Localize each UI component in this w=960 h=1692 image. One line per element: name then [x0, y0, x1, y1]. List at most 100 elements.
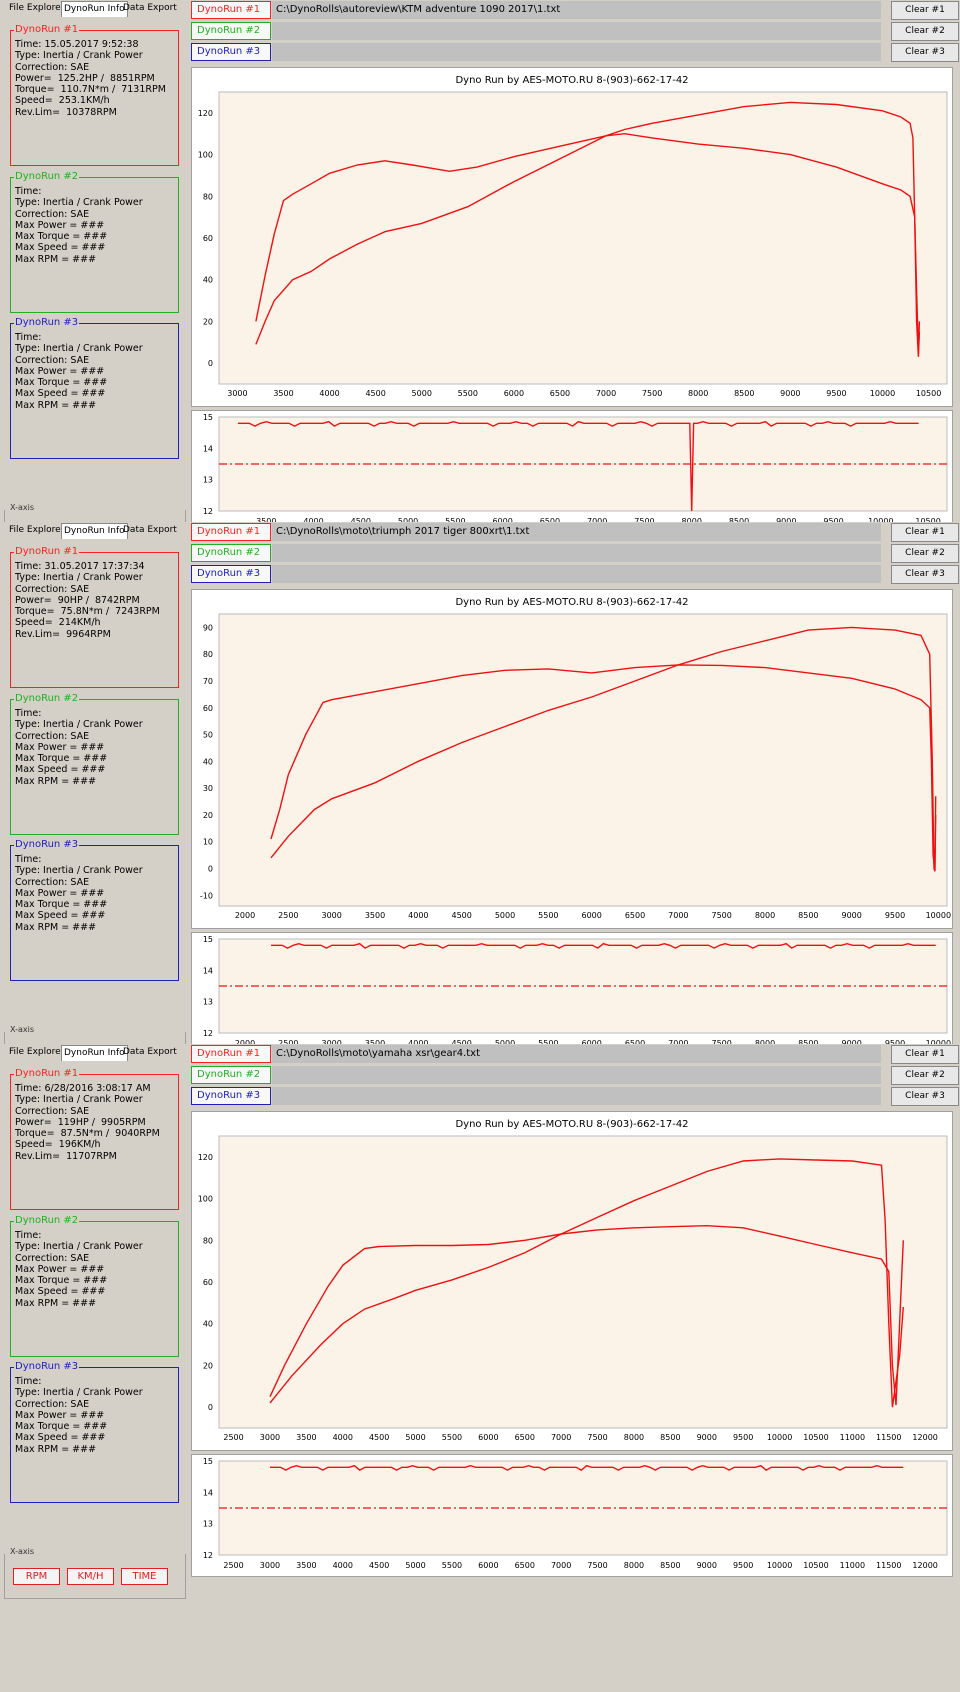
clear-run-3-button[interactable]: Clear #3	[891, 565, 959, 584]
info-line: Max RPM = ###	[15, 921, 97, 933]
run-info-lines: Time: 31.05.2017 17:37:34 Type: Inertia /…	[15, 561, 160, 640]
afr-x-tick-label: 3000	[260, 1561, 280, 1570]
run-label-2[interactable]: DynoRun #2	[191, 1066, 271, 1084]
info-line: Time:	[15, 1376, 42, 1387]
info-line: Type: Inertia / Crank Power	[15, 1241, 143, 1253]
info-line: Type: Inertia / Crank Power	[15, 50, 143, 62]
x-axis-rpm-button[interactable]: RPM	[13, 1568, 60, 1585]
info-line: Torque= 75.8N*m / 7243RPM	[15, 606, 160, 618]
info-line: Time: 31.05.2017 17:37:34	[15, 561, 145, 572]
file-path-2[interactable]	[272, 1066, 881, 1084]
run-label-2[interactable]: DynoRun #2	[191, 22, 271, 40]
file-path-2[interactable]	[272, 22, 881, 40]
clear-run-1-button[interactable]: Clear #1	[891, 523, 959, 542]
info-line: Correction: SAE	[15, 1105, 90, 1117]
y-tick-label: 40	[203, 757, 213, 766]
run-label-3[interactable]: DynoRun #3	[191, 565, 271, 583]
clear-run-2-button[interactable]: Clear #2	[891, 22, 959, 41]
file-path-1[interactable]: C:\DynoRolls\moto\triumph 2017 tiger 800…	[272, 523, 881, 541]
x-tick-label: 3000	[260, 1433, 280, 1442]
y-tick-label: 100	[198, 151, 213, 160]
info-line: Type: Inertia / Crank Power	[15, 719, 143, 731]
run-info-box-3: DynoRun #3 Time: Type: Inertia / Crank Pow…	[10, 317, 179, 459]
run-info-box-1: DynoRun #1 Time: 31.05.2017 17:37:34 Type:…	[10, 546, 179, 688]
run-label-2[interactable]: DynoRun #2	[191, 544, 271, 562]
info-line: Max RPM = ###	[15, 1297, 97, 1309]
file-path-2[interactable]	[272, 544, 881, 562]
y-tick-label: 90	[203, 623, 213, 632]
chart-svg: -10 0 10 20 30 40 50 60 70 80 90 2000 2500 3000 3500 40…	[200, 613, 951, 920]
file-path-1[interactable]: C:\DynoRolls\moto\yamaha xsr\gear4.txt	[272, 1045, 881, 1063]
clear-run-2-button[interactable]: Clear #2	[891, 544, 959, 563]
tab-data-export[interactable]: Data Export	[121, 523, 179, 538]
afr-y-tick-label: 12	[203, 1551, 213, 1560]
x-tick-label: 3000	[227, 389, 247, 398]
afr-y-tick-label: 15	[203, 935, 213, 944]
y-tick-label: 80	[203, 192, 213, 201]
plot-area	[218, 613, 948, 907]
run-info-lines: Time: Type: Inertia / Crank Power Correcti…	[15, 854, 143, 933]
x-tick-label: 6500	[550, 389, 570, 398]
run-row-1: DynoRun #1 C:\DynoRolls\moto\yamaha xsr\g…	[191, 1045, 956, 1063]
x-tick-label: 8000	[755, 911, 775, 920]
run-label-1[interactable]: DynoRun #1	[191, 1, 271, 19]
afr-y-tick-label: 12	[203, 1029, 213, 1038]
tab-dynorun-info[interactable]: DynoRun Info	[61, 523, 128, 539]
tab-dynorun-info[interactable]: DynoRun Info	[61, 1045, 128, 1061]
x-axis-time-button[interactable]: TIME	[121, 1568, 168, 1585]
tab-file-explorer[interactable]: File Explorer	[7, 1, 66, 16]
x-tick-label: 10000	[870, 389, 895, 398]
info-line: Correction: SAE	[15, 583, 90, 595]
clear-run-2-button[interactable]: Clear #2	[891, 1066, 959, 1085]
info-line: Max Speed = ###	[15, 1286, 106, 1298]
power-torque-chart: Dyno Run by AES-MOTO.RU 8-(903)-662-17-4…	[191, 1111, 953, 1451]
tab-file-explorer[interactable]: File Explorer	[7, 523, 66, 538]
x-axis-group: X-axis RPM KM/H TIME	[4, 1547, 186, 1599]
tab-data-export[interactable]: Data Export	[121, 1045, 179, 1060]
run-label-3[interactable]: DynoRun #3	[191, 1087, 271, 1105]
info-line: Type: Inertia / Crank Power	[15, 343, 143, 355]
clear-run-1-button[interactable]: Clear #1	[891, 1, 959, 20]
run-info-lines: Time: Type: Inertia / Crank Power Correcti…	[15, 332, 143, 411]
file-path-3[interactable]	[272, 1087, 881, 1105]
x-tick-label: 5000	[412, 389, 432, 398]
x-tick-label: 6000	[504, 389, 524, 398]
x-tick-label: 7500	[711, 911, 731, 920]
afr-chart: 1213141535004000450050005500600065007000…	[191, 410, 953, 533]
afr-chart: 1213141520002500300035004000450050005500…	[191, 932, 953, 1055]
x-tick-label: 9500	[826, 389, 846, 398]
info-line: Correction: SAE	[15, 1398, 90, 1410]
afr-y-tick-label: 13	[203, 1520, 213, 1529]
x-tick-label: 4500	[369, 1433, 389, 1442]
left-sidebar: File Explorer DynoRun Info Data Export Dyno…	[0, 522, 187, 1086]
clear-run-3-button[interactable]: Clear #3	[891, 1087, 959, 1106]
file-path-1[interactable]: C:\DynoRolls\autoreview\KTM adventure 10…	[272, 1, 881, 19]
dyno-panel-3: File Explorer DynoRun Info Data Export Dyno…	[0, 1044, 960, 1608]
info-line: Max Power = ###	[15, 219, 105, 231]
info-line: Type: Inertia / Crank Power	[15, 865, 143, 877]
afr-x-tick-label: 2500	[223, 1561, 243, 1570]
tab-data-export[interactable]: Data Export	[121, 1, 179, 16]
clear-run-3-button[interactable]: Clear #3	[891, 43, 959, 62]
info-line: Max Torque = ###	[15, 1421, 108, 1433]
run-row-3: DynoRun #3	[191, 1087, 956, 1105]
run-label-3[interactable]: DynoRun #3	[191, 43, 271, 61]
file-path-3[interactable]	[272, 565, 881, 583]
clear-run-1-button[interactable]: Clear #1	[891, 1045, 959, 1064]
info-line: Correction: SAE	[15, 354, 90, 366]
run-label-1[interactable]: DynoRun #1	[191, 1045, 271, 1063]
afr-x-tick-label: 4000	[333, 1561, 353, 1570]
run-label-1[interactable]: DynoRun #1	[191, 523, 271, 541]
x-tick-label: 7000	[668, 911, 688, 920]
power-torque-chart: Dyno Run by AES-MOTO.RU 8-(903)-662-17-4…	[191, 589, 953, 929]
run-row-2: DynoRun #2	[191, 1066, 956, 1084]
info-line: Max Speed = ###	[15, 1432, 106, 1444]
run-info-title: DynoRun #1	[14, 546, 80, 558]
run-info-lines: Time: Type: Inertia / Crank Power Correcti…	[15, 1230, 143, 1309]
run-info-box-1: DynoRun #1 Time: 6/28/2016 3:08:17 AM Type…	[10, 1068, 179, 1210]
run-info-title: DynoRun #1	[14, 1068, 80, 1080]
tab-dynorun-info[interactable]: DynoRun Info	[61, 1, 128, 17]
tab-file-explorer[interactable]: File Explorer	[7, 1045, 66, 1060]
x-axis-kmh-button[interactable]: KM/H	[67, 1568, 114, 1585]
file-path-3[interactable]	[272, 43, 881, 61]
